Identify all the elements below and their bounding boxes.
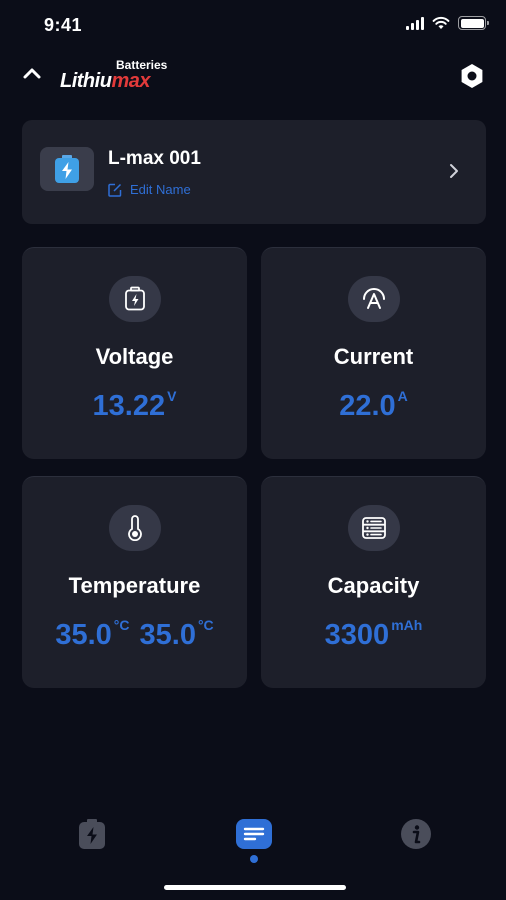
capacity-card: Capacity 3300 mAh (261, 476, 486, 688)
thermometer-icon (108, 505, 161, 551)
active-tab-indicator (250, 855, 258, 863)
battery-tab-icon (79, 819, 105, 849)
home-indicator[interactable] (164, 885, 346, 890)
capacity-label: Capacity (327, 573, 420, 598)
current-value: 22.0 A (339, 388, 408, 422)
status-bar: 9:41 (0, 0, 506, 52)
lithiumax-logo: Batteries Lithiumax (60, 56, 190, 96)
edit-icon (108, 183, 122, 197)
temperature-value-1: 35.0 (55, 619, 112, 651)
temperature-label: Temperature (68, 573, 201, 598)
current-card: Current 22.0 A (261, 247, 486, 459)
device-name: L-max 001 (108, 148, 201, 169)
status-time: 9:41 (44, 15, 83, 35)
battery-status-icon (458, 16, 489, 30)
voltage-label: Voltage (95, 344, 174, 369)
stack-list-icon (347, 505, 400, 551)
status-icons (406, 16, 489, 30)
nav-info-tab[interactable] (396, 814, 436, 854)
device-card[interactable]: L-max 001 Edit Name (22, 120, 486, 224)
wifi-icon (432, 16, 450, 29)
temperature-values: 35.0 °C 35.0 °C (55, 617, 214, 651)
device-battery-icon (40, 147, 94, 191)
voltage-value: 13.22 V (92, 388, 177, 422)
chevron-right-icon[interactable] (448, 162, 460, 180)
nav-details-tab[interactable] (234, 814, 274, 854)
app-header: Batteries Lithiumax (0, 52, 506, 102)
bottom-navigation (0, 800, 506, 870)
temperature-value-2: 35.0 (139, 619, 196, 651)
temperature-card: Temperature 35.0 °C 35.0 °C (22, 476, 247, 688)
info-tab-icon (401, 819, 431, 849)
nav-battery-tab[interactable] (72, 814, 112, 854)
current-arc-icon (347, 276, 400, 322)
logo-wordmark: Lithiumax (60, 70, 150, 92)
settings-hexagon-icon[interactable] (458, 62, 486, 90)
battery-charge-icon (108, 276, 161, 322)
voltage-card: Voltage 13.22 V (22, 247, 247, 459)
edit-name-link[interactable]: Edit Name (108, 182, 191, 197)
chevron-up-icon[interactable] (20, 62, 44, 86)
cellular-signal-icon (406, 16, 424, 30)
capacity-value: 3300 mAh (324, 617, 423, 651)
edit-name-label: Edit Name (130, 182, 191, 197)
details-tab-icon (236, 819, 272, 849)
current-label: Current (333, 344, 414, 369)
